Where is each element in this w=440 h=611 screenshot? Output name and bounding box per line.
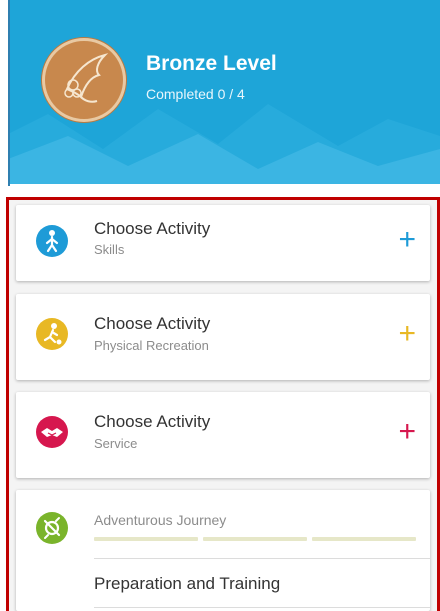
- journey-title: Adventurous Journey: [94, 512, 227, 528]
- activity-card-adventurous-journey[interactable]: Adventurous Journey Preparation and Trai…: [16, 490, 430, 611]
- bird-emblem-icon: [64, 53, 109, 103]
- activity-title: Choose Activity: [94, 219, 211, 238]
- plus-icon[interactable]: +: [398, 417, 416, 447]
- journey-progress-segment: [203, 537, 307, 541]
- activity-card-skills[interactable]: Choose Activity Skills +: [16, 205, 430, 281]
- activity-title: Choose Activity: [94, 314, 211, 333]
- plus-icon[interactable]: +: [398, 319, 416, 349]
- journey-progress-segment: [312, 537, 416, 541]
- activity-subtitle: Service: [94, 436, 138, 451]
- activity-subtitle: Physical Recreation: [94, 338, 209, 353]
- header-edge: [8, 0, 10, 186]
- activity-card-service[interactable]: Choose Activity Service +: [16, 392, 430, 478]
- ball-kick-icon: [36, 318, 68, 350]
- running-person-icon: [36, 225, 68, 257]
- plus-icon[interactable]: +: [398, 225, 416, 255]
- activity-title: Choose Activity: [94, 412, 211, 431]
- journey-progress-segment: [94, 537, 198, 541]
- compass-icon: [36, 512, 68, 544]
- bronze-badge: [42, 38, 126, 122]
- activity-card-physical-recreation[interactable]: Choose Activity Physical Recreation +: [16, 294, 430, 380]
- activity-subtitle: Skills: [94, 242, 125, 257]
- divider: [94, 558, 430, 559]
- handshake-icon: [36, 416, 68, 448]
- journey-item-preparation[interactable]: Preparation and Training: [94, 574, 280, 594]
- level-progress: Completed 0 / 4: [146, 86, 245, 102]
- divider: [94, 607, 430, 608]
- level-title: Bronze Level: [146, 52, 277, 75]
